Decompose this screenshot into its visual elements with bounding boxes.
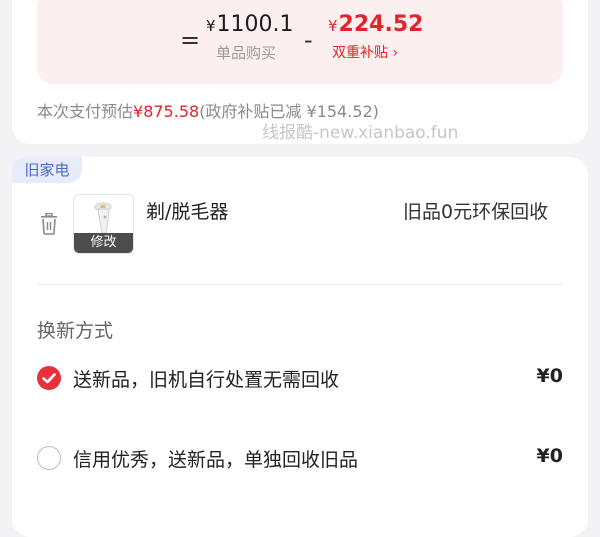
- minus-sign: -: [304, 26, 313, 54]
- checkmark-icon: [42, 373, 56, 384]
- equals-sign: =: [180, 26, 201, 54]
- subsidy-currency: ¥: [328, 17, 338, 35]
- unit-price-value: 1100.1: [216, 12, 294, 37]
- trade-in-method-title: 换新方式: [37, 320, 114, 342]
- price-breakdown-box: [37, 0, 563, 84]
- divider: [37, 284, 563, 285]
- subsidy-price-value: 224.52: [338, 12, 424, 37]
- unit-price: ¥1100.1: [206, 12, 294, 37]
- option-label: 送新品，旧机自行处置无需回收: [73, 369, 340, 391]
- option-price: ¥0: [536, 445, 563, 467]
- recycle-text: 旧品0元环保回收: [403, 201, 549, 223]
- checked-radio-icon[interactable]: [37, 366, 61, 390]
- trash-icon[interactable]: [39, 213, 59, 235]
- epilator-icon: [94, 202, 112, 234]
- estimate-prefix: 本次支付预估: [37, 102, 134, 121]
- edit-button[interactable]: 修改: [74, 233, 133, 253]
- option-label: 信用优秀，送新品，单独回收旧品: [73, 449, 359, 471]
- old-appliance-tag: 旧家电: [12, 157, 82, 183]
- estimate-amount: ¥875.58: [133, 102, 200, 121]
- subsidy-price: ¥224.52: [328, 12, 423, 37]
- trade-in-option-credit[interactable]: 信用优秀，送新品，单独回收旧品 ¥0: [37, 444, 563, 474]
- unchecked-radio-icon[interactable]: [37, 446, 61, 470]
- unit-currency: ¥: [206, 17, 216, 35]
- trade-in-option-send-new[interactable]: 送新品，旧机自行处置无需回收 ¥0: [37, 364, 563, 394]
- product-thumbnail[interactable]: 修改: [73, 194, 134, 254]
- product-name: 剃/脱毛器: [146, 201, 229, 223]
- unit-price-label: 单品购买: [216, 44, 277, 62]
- watermark: 线报酷-new.xianbao.fun: [262, 123, 459, 143]
- option-price: ¥0: [536, 365, 563, 387]
- subsidy-detail-link[interactable]: 双重补贴 ›: [332, 42, 398, 62]
